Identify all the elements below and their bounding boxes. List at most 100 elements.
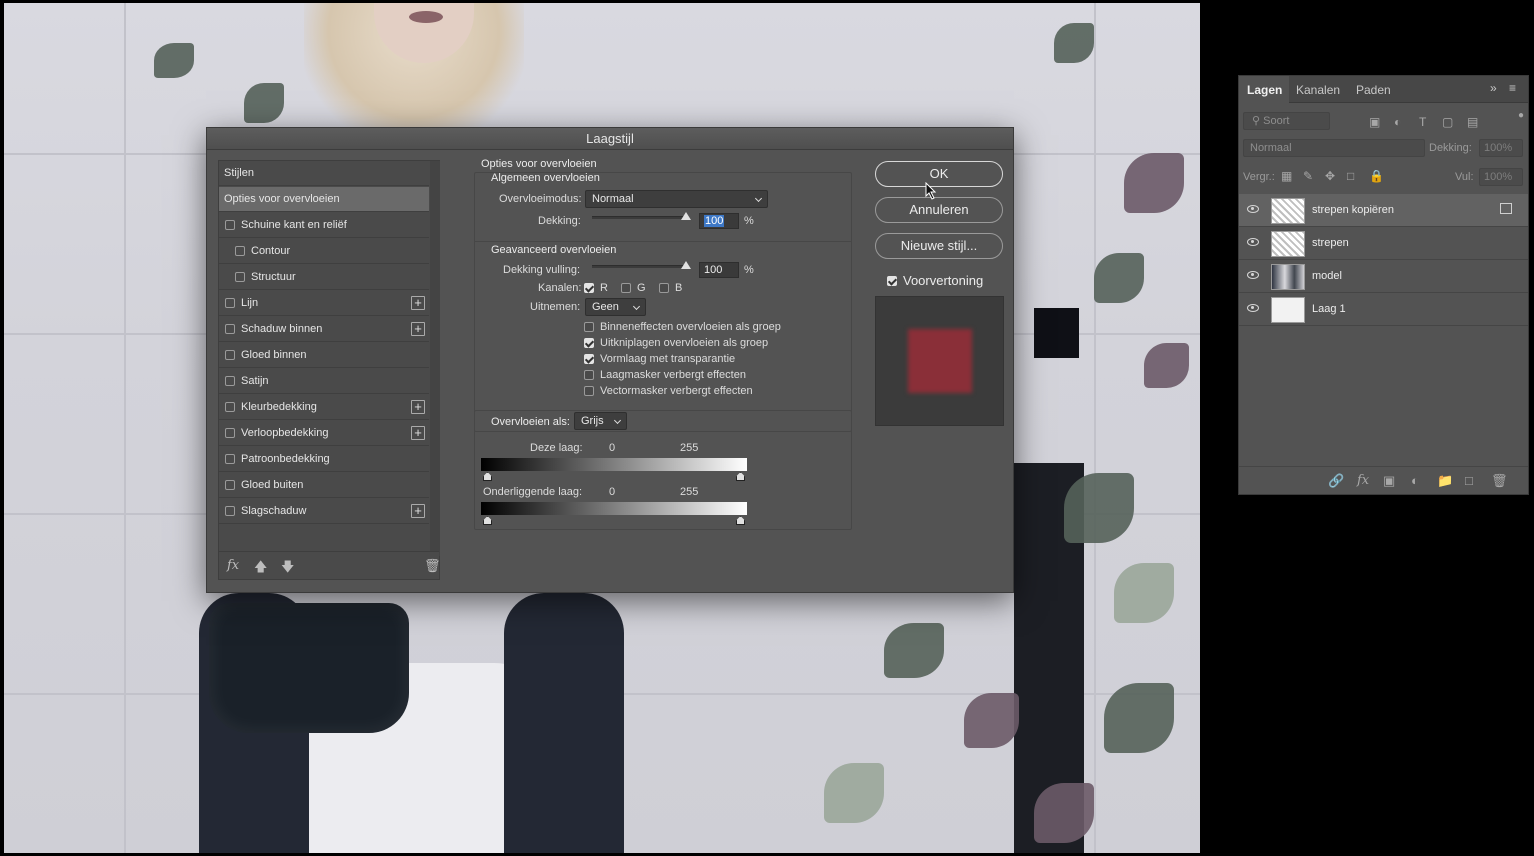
add-color-overlay-button[interactable]: + bbox=[411, 400, 425, 414]
blend-interior-effects-checkbox[interactable] bbox=[584, 322, 594, 332]
contour-checkbox[interactable] bbox=[235, 246, 245, 256]
fill-opacity-slider[interactable] bbox=[592, 265, 688, 268]
knockout-select[interactable]: Geen bbox=[585, 298, 646, 316]
layer-mask-hides-checkbox[interactable] bbox=[584, 370, 594, 380]
lock-position-icon[interactable]: ✥ bbox=[1325, 169, 1335, 183]
layer-row[interactable]: strepen kopiëren bbox=[1239, 194, 1528, 227]
style-item-stroke[interactable]: Lijn + bbox=[219, 291, 429, 316]
style-item-drop-shadow[interactable]: Slagschaduw + bbox=[219, 499, 429, 524]
collapse-icon[interactable]: » bbox=[1490, 81, 1497, 95]
add-inner-shadow-button[interactable]: + bbox=[411, 322, 425, 336]
vector-mask-hides-option[interactable]: Vectormasker verbergt effecten bbox=[584, 385, 753, 397]
preview-checkbox[interactable] bbox=[887, 275, 897, 286]
style-item-outer-glow[interactable]: Gloed buiten bbox=[219, 473, 429, 498]
visibility-eye-icon[interactable] bbox=[1247, 304, 1259, 312]
add-stroke-button[interactable]: + bbox=[411, 296, 425, 310]
channel-b[interactable]: B bbox=[659, 282, 682, 294]
move-up-icon[interactable]: 🡅 bbox=[254, 558, 267, 580]
cancel-button[interactable]: Annuleren bbox=[875, 197, 1003, 223]
new-layer-icon[interactable]: □ bbox=[1465, 473, 1473, 488]
color-overlay-checkbox[interactable] bbox=[225, 402, 235, 412]
add-gradient-overlay-button[interactable]: + bbox=[411, 426, 425, 440]
style-item-blending-options[interactable]: Opties voor overvloeien bbox=[219, 187, 429, 212]
channel-r-checkbox[interactable] bbox=[584, 283, 594, 293]
stroke-checkbox[interactable] bbox=[225, 298, 235, 308]
styles-header[interactable]: Stijlen bbox=[219, 161, 429, 186]
trash-icon[interactable]: 🗑 bbox=[424, 558, 441, 574]
channel-g[interactable]: G bbox=[621, 282, 646, 294]
layer-row[interactable]: Laag 1 bbox=[1239, 293, 1528, 326]
fill-opacity-input[interactable]: 100 bbox=[699, 262, 739, 278]
channel-g-checkbox[interactable] bbox=[621, 283, 631, 293]
outer-glow-checkbox[interactable] bbox=[225, 480, 235, 490]
trash-icon[interactable]: 🗑 bbox=[1491, 473, 1508, 489]
panel-menu-icon[interactable]: ≡ bbox=[1509, 81, 1516, 95]
style-item-inner-shadow[interactable]: Schaduw binnen + bbox=[219, 317, 429, 342]
transparency-shapes-option[interactable]: Vormlaag met transparantie bbox=[584, 353, 735, 365]
tab-layers[interactable]: Lagen bbox=[1247, 83, 1282, 97]
style-item-bevel-emboss[interactable]: Schuine kant en reliëf bbox=[219, 213, 429, 238]
style-item-inner-glow[interactable]: Gloed binnen bbox=[219, 343, 429, 368]
fill-opacity-slider-thumb[interactable] bbox=[681, 261, 691, 269]
lock-artboard-icon[interactable]: □ bbox=[1347, 169, 1354, 183]
layer-row[interactable]: strepen bbox=[1239, 227, 1528, 260]
fx-icon[interactable]: fx bbox=[227, 558, 239, 573]
inner-shadow-checkbox[interactable] bbox=[225, 324, 235, 334]
layer-opacity-input[interactable]: 100% bbox=[1479, 139, 1523, 157]
shape-filter-icon[interactable]: ▢ bbox=[1442, 115, 1453, 129]
blend-clipped-layers-checkbox[interactable] bbox=[584, 338, 594, 348]
new-style-button[interactable]: Nieuwe stijl... bbox=[875, 233, 1003, 259]
inner-glow-checkbox[interactable] bbox=[225, 350, 235, 360]
channel-r[interactable]: R bbox=[584, 282, 608, 294]
bevel-emboss-checkbox[interactable] bbox=[225, 220, 235, 230]
adjustment-filter-icon[interactable]: ◐ bbox=[1394, 115, 1401, 129]
style-item-color-overlay[interactable]: Kleurbedekking + bbox=[219, 395, 429, 420]
filter-toggle-icon[interactable]: ● bbox=[1518, 110, 1524, 121]
style-item-contour[interactable]: Contour bbox=[219, 239, 429, 264]
style-item-gradient-overlay[interactable]: Verloopbedekking + bbox=[219, 421, 429, 446]
adjustment-icon[interactable]: ◐ bbox=[1411, 473, 1419, 488]
layer-blend-mode-select[interactable]: Normaal bbox=[1243, 139, 1425, 157]
layer-filter-select[interactable]: ⚲ Soort bbox=[1243, 112, 1330, 130]
preview-option[interactable]: Voorvertoning bbox=[887, 273, 983, 288]
opacity-slider[interactable] bbox=[592, 216, 688, 219]
layer-mask-hides-option[interactable]: Laagmasker verbergt effecten bbox=[584, 369, 746, 381]
folder-icon[interactable]: 📁 bbox=[1437, 473, 1453, 489]
mask-icon[interactable]: ▣ bbox=[1383, 473, 1395, 489]
tab-paths[interactable]: Paden bbox=[1356, 83, 1391, 97]
transparency-shapes-checkbox[interactable] bbox=[584, 354, 594, 364]
drop-shadow-checkbox[interactable] bbox=[225, 506, 235, 516]
texture-checkbox[interactable] bbox=[235, 272, 245, 282]
layer-fill-input[interactable]: 100% bbox=[1479, 168, 1523, 186]
opacity-slider-thumb[interactable] bbox=[681, 212, 691, 220]
fx-icon[interactable]: fx bbox=[1357, 473, 1369, 488]
visibility-eye-icon[interactable] bbox=[1247, 205, 1259, 213]
pattern-overlay-checkbox[interactable] bbox=[225, 454, 235, 464]
blend-mode-select[interactable]: Normaal bbox=[585, 190, 768, 208]
visibility-eye-icon[interactable] bbox=[1247, 271, 1259, 279]
lock-transparent-icon[interactable]: ▦ bbox=[1281, 169, 1292, 183]
style-item-pattern-overlay[interactable]: Patroonbedekking bbox=[219, 447, 429, 472]
image-filter-icon[interactable]: ▣ bbox=[1369, 115, 1380, 129]
opacity-input[interactable]: 100 bbox=[699, 213, 739, 229]
lock-all-icon[interactable]: 🔒 bbox=[1369, 169, 1384, 183]
link-icon[interactable]: 🔗 bbox=[1328, 473, 1344, 489]
add-drop-shadow-button[interactable]: + bbox=[411, 504, 425, 518]
satin-checkbox[interactable] bbox=[225, 376, 235, 386]
gradient-overlay-checkbox[interactable] bbox=[225, 428, 235, 438]
layer-row[interactable]: model bbox=[1239, 260, 1528, 293]
blend-if-select[interactable]: Grijs bbox=[574, 412, 627, 430]
style-item-satin[interactable]: Satijn bbox=[219, 369, 429, 394]
visibility-eye-icon[interactable] bbox=[1247, 238, 1259, 246]
blend-interior-effects-option[interactable]: Binneneffecten overvloeien als groep bbox=[584, 321, 781, 333]
ok-button[interactable]: OK bbox=[875, 161, 1003, 187]
style-item-texture[interactable]: Structuur bbox=[219, 265, 429, 290]
smart-object-filter-icon[interactable]: ▤ bbox=[1467, 115, 1478, 129]
channel-b-checkbox[interactable] bbox=[659, 283, 669, 293]
type-filter-icon[interactable]: T bbox=[1419, 115, 1426, 129]
tab-channels[interactable]: Kanalen bbox=[1296, 83, 1340, 97]
styles-scrollbar[interactable] bbox=[430, 161, 440, 556]
move-down-icon[interactable]: 🡇 bbox=[281, 558, 294, 580]
dialog-title[interactable]: Laagstijl bbox=[207, 128, 1013, 150]
lock-image-icon[interactable]: ✎ bbox=[1303, 169, 1313, 183]
